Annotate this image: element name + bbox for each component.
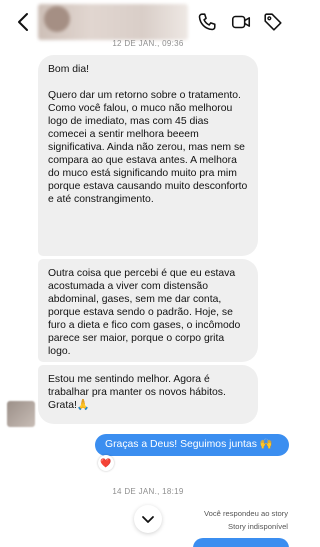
scroll-to-bottom-button[interactable] [134, 505, 162, 533]
heart-reaction[interactable]: ❤️ [98, 455, 114, 471]
incoming-message[interactable]: Estou me sentindo melhor. Agora é trabal… [38, 365, 258, 424]
chevron-down-icon [142, 516, 154, 523]
chat-header [0, 0, 296, 44]
timestamp-divider: 14 DE JAN., 18:19 [112, 487, 184, 496]
timestamp-divider: 12 DE JAN., 09:36 [112, 39, 184, 48]
incoming-message[interactable]: Bom dia! Quero dar um retorno sobre o tr… [38, 55, 258, 256]
story-reply-note: Você respondeu ao story [203, 509, 288, 518]
back-chevron-icon[interactable] [14, 10, 34, 34]
story-reply-bubble[interactable] [193, 538, 289, 547]
tag-icon[interactable] [262, 11, 284, 33]
contact-name-redacted[interactable] [38, 4, 188, 40]
incoming-message[interactable]: Outra coisa que percebi é que eu estava … [38, 259, 258, 362]
story-unavailable-note: Story indisponível [228, 522, 288, 531]
contact-avatar [44, 6, 70, 32]
sender-avatar[interactable] [7, 401, 35, 427]
phone-icon[interactable] [196, 11, 218, 33]
outgoing-message[interactable]: Graças a Deus! Seguimos juntas 🙌 [95, 434, 289, 456]
video-camera-icon[interactable] [230, 11, 252, 33]
